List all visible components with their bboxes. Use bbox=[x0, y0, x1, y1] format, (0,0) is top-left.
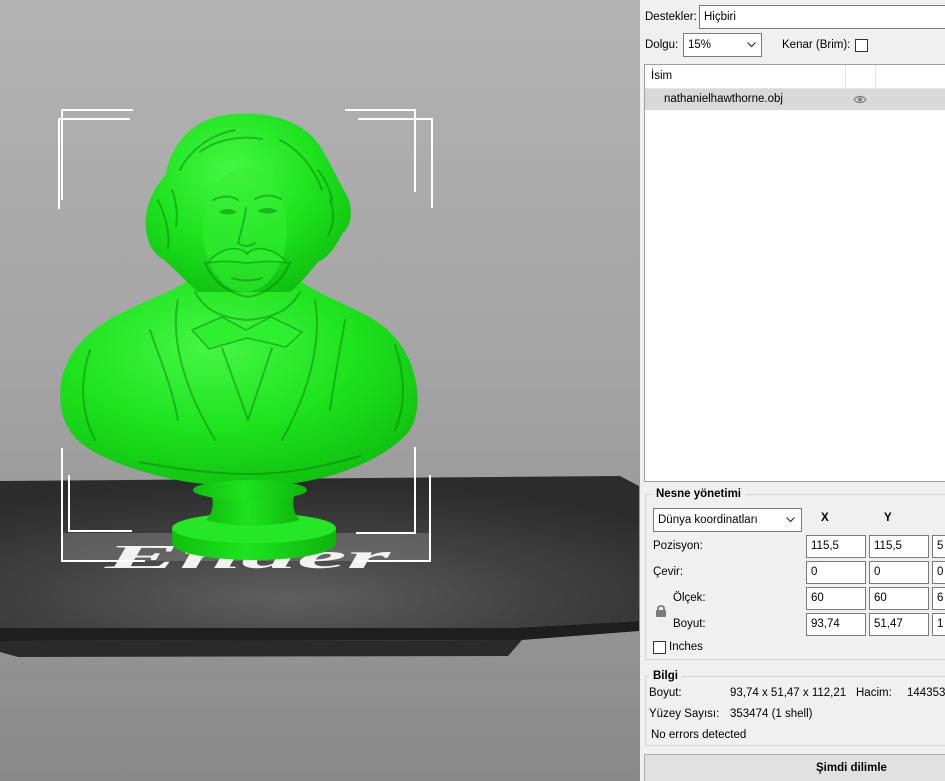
sidebar-panel: Destekler: Hiçbiri Dolgu: 15% Kenar (Bri… bbox=[640, 0, 945, 781]
infill-combo[interactable]: 15% bbox=[683, 33, 762, 57]
info-facets-label: Yüzey Sayısı: bbox=[649, 708, 720, 720]
rotation-label: Çevir: bbox=[653, 566, 684, 578]
info-status: No errors detected bbox=[651, 729, 747, 741]
column-separator[interactable] bbox=[875, 65, 876, 88]
info-facets-value: 353474 (1 shell) bbox=[730, 708, 813, 720]
object-manipulation-title: Nesne yönetimi bbox=[652, 487, 745, 501]
infill-value: 15% bbox=[688, 39, 712, 51]
object-list[interactable]: İsim nathanielhawthorne.obj bbox=[644, 64, 945, 482]
scale-z-input[interactable]: 6 bbox=[932, 587, 945, 610]
position-y-input[interactable]: 115,5 bbox=[869, 535, 929, 558]
lock-icon[interactable] bbox=[655, 604, 667, 618]
axis-y-header: Y bbox=[884, 512, 892, 524]
rotation-x-input[interactable]: 0 bbox=[806, 561, 866, 584]
chevron-down-icon bbox=[747, 42, 756, 48]
rotation-y-input[interactable]: 0 bbox=[869, 561, 929, 584]
info-size-value: 93,74 x 51,47 x 112,21 bbox=[730, 687, 847, 699]
eye-icon[interactable] bbox=[853, 95, 867, 104]
object-list-header: İsim bbox=[645, 65, 945, 89]
3d-scene[interactable]: Ender bbox=[0, 0, 640, 781]
column-header-name[interactable]: İsim bbox=[651, 65, 672, 88]
supports-combo[interactable]: Hiçbiri bbox=[699, 5, 945, 29]
brim-checkbox[interactable] bbox=[855, 39, 868, 52]
bounding-box-corner-top-left bbox=[58, 109, 133, 209]
column-separator[interactable] bbox=[845, 65, 846, 88]
scale-y-input[interactable]: 60 bbox=[869, 587, 929, 610]
position-z-input[interactable]: 5 bbox=[932, 535, 945, 558]
info-volume-value: 144353 bbox=[907, 687, 945, 699]
slice-now-button[interactable]: Şimdi dilimle bbox=[644, 754, 945, 781]
inches-checkbox[interactable] bbox=[653, 641, 666, 654]
pedestal-neck[interactable] bbox=[206, 496, 300, 526]
size-label: Boyut: bbox=[673, 618, 706, 630]
supports-value: Hiçbiri bbox=[704, 11, 736, 23]
pedestal-collar[interactable] bbox=[193, 480, 307, 500]
size-y-input[interactable]: 51,47 bbox=[869, 613, 929, 636]
coordinate-system-combo[interactable]: Dünya koordinatları bbox=[653, 508, 802, 532]
bounding-box-corner-top-right bbox=[345, 109, 433, 208]
size-z-input[interactable]: 1 bbox=[932, 613, 945, 636]
bust-face bbox=[203, 168, 287, 292]
slice-now-label: Şimdi dilimle bbox=[816, 762, 887, 774]
position-label: Pozisyon: bbox=[653, 540, 703, 552]
print-bed-base bbox=[0, 640, 522, 657]
info-volume-label: Hacim: bbox=[856, 687, 892, 699]
brim-label: Kenar (Brim): bbox=[782, 39, 851, 51]
bust-shoulders[interactable] bbox=[60, 282, 418, 486]
3d-viewport[interactable]: Ender bbox=[0, 0, 640, 781]
scale-label: Ölçek: bbox=[673, 592, 706, 604]
size-x-input[interactable]: 93,74 bbox=[806, 613, 866, 636]
scale-x-input[interactable]: 60 bbox=[806, 587, 866, 610]
chevron-down-icon bbox=[786, 517, 795, 523]
coordinate-system-value: Dünya koordinatları bbox=[658, 514, 758, 526]
inches-label: Inches bbox=[669, 641, 703, 653]
infill-label: Dolgu: bbox=[645, 39, 679, 51]
list-item[interactable]: nathanielhawthorne.obj bbox=[645, 89, 945, 110]
axis-x-header: X bbox=[821, 512, 829, 524]
position-x-input[interactable]: 115,5 bbox=[806, 535, 866, 558]
info-size-label: Boyut: bbox=[649, 687, 682, 699]
rotation-z-input[interactable]: 0 bbox=[932, 561, 945, 584]
info-title: Bilgi bbox=[649, 669, 682, 683]
object-name: nathanielhawthorne.obj bbox=[664, 93, 783, 105]
supports-label: Destekler: bbox=[645, 11, 697, 23]
